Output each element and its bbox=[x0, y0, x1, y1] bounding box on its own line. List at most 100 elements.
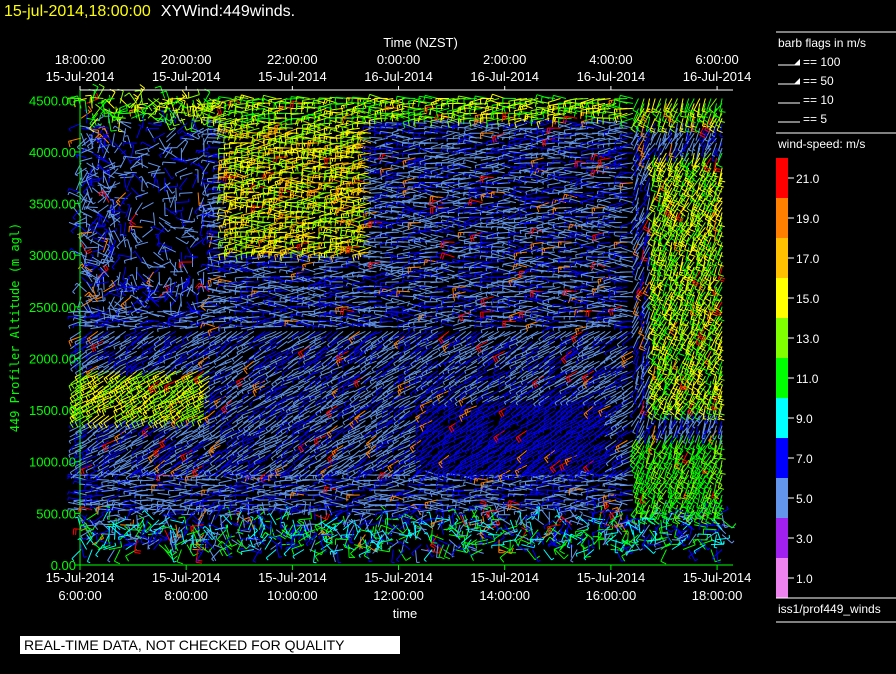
wind-barb bbox=[79, 157, 93, 165]
wind-barb bbox=[214, 335, 227, 346]
wind-barb bbox=[430, 291, 444, 293]
wind-barb bbox=[274, 266, 288, 269]
wind-barb bbox=[132, 250, 143, 263]
wind-barb bbox=[163, 435, 177, 445]
wind-barb bbox=[285, 405, 299, 414]
wind-barb bbox=[164, 167, 175, 180]
wind-barb bbox=[391, 477, 405, 481]
wind-barb bbox=[403, 410, 416, 420]
wind-barb bbox=[125, 177, 132, 192]
wind-barb bbox=[97, 83, 105, 99]
wind-barb bbox=[237, 435, 249, 447]
wind-barb bbox=[107, 549, 115, 563]
wind-barb bbox=[380, 216, 394, 218]
wind-barb bbox=[419, 285, 433, 288]
wind-barb bbox=[153, 165, 160, 179]
wind-barb bbox=[296, 271, 310, 276]
wind-barb bbox=[207, 258, 221, 263]
wind-barb bbox=[111, 133, 116, 147]
wind-barb bbox=[89, 494, 104, 500]
wind-barb bbox=[418, 142, 433, 147]
wind-barb bbox=[397, 395, 411, 402]
wind-barb bbox=[140, 321, 154, 327]
wind-barb bbox=[375, 464, 388, 472]
wind-barb bbox=[340, 316, 355, 321]
wind-barb bbox=[350, 529, 355, 544]
wind-barb bbox=[351, 165, 366, 172]
wind-barb bbox=[407, 271, 422, 276]
wind-barb bbox=[96, 340, 110, 350]
wind-barb bbox=[241, 481, 255, 486]
wind-barb bbox=[174, 199, 177, 213]
wind-barb bbox=[128, 225, 143, 233]
wind-barb bbox=[180, 212, 186, 226]
wind-barb bbox=[208, 251, 213, 265]
wind-barb bbox=[351, 489, 366, 494]
wind-barb bbox=[90, 240, 104, 248]
wind-barb bbox=[226, 375, 238, 387]
wind-barb bbox=[192, 174, 199, 188]
wind-barb bbox=[178, 177, 188, 191]
wind-barb bbox=[334, 277, 349, 283]
wind-barb bbox=[114, 330, 126, 340]
wind-barb bbox=[106, 326, 121, 331]
wind-barb bbox=[192, 278, 194, 292]
wind-barb bbox=[357, 288, 372, 293]
wind-barb bbox=[377, 390, 388, 400]
wind-barb bbox=[430, 281, 444, 284]
wind-barb bbox=[153, 281, 160, 296]
wind-barb bbox=[403, 395, 416, 402]
wind-barb bbox=[170, 207, 184, 213]
wind-barb bbox=[391, 549, 395, 564]
wind-barb bbox=[199, 222, 205, 237]
wind-barb bbox=[280, 283, 294, 288]
wind-barb bbox=[363, 231, 377, 237]
wind-barb bbox=[175, 187, 177, 201]
wind-barb bbox=[162, 161, 176, 166]
wind-barb bbox=[176, 549, 183, 565]
wind-barb bbox=[353, 526, 362, 540]
wind-barb bbox=[408, 370, 422, 379]
wind-barb bbox=[354, 420, 366, 431]
wind-barb bbox=[209, 400, 221, 409]
wind-barb bbox=[102, 276, 105, 290]
wind-barb bbox=[214, 506, 222, 521]
wind-barb bbox=[68, 122, 82, 132]
wind-barb bbox=[179, 350, 193, 359]
wind-barb bbox=[74, 449, 87, 459]
wind-barb bbox=[224, 476, 238, 481]
wind-barb bbox=[309, 539, 316, 552]
wind-barb bbox=[393, 335, 405, 350]
wind-barb bbox=[426, 350, 439, 362]
wind-barb bbox=[147, 162, 161, 168]
wind-barb bbox=[302, 489, 316, 492]
wind-barb bbox=[115, 345, 127, 355]
wind-barb bbox=[175, 236, 189, 245]
wind-barb bbox=[128, 212, 138, 227]
wind-barb bbox=[426, 511, 433, 525]
wind-barb bbox=[164, 247, 168, 260]
wind-barb bbox=[207, 271, 221, 275]
wind-barb bbox=[97, 244, 100, 258]
wind-barb bbox=[315, 464, 327, 476]
wind-barb bbox=[90, 307, 104, 313]
wind-barb bbox=[80, 276, 94, 286]
wind-barb bbox=[291, 345, 305, 354]
wind-barb bbox=[140, 479, 154, 484]
wind-barb bbox=[385, 531, 389, 545]
wind-barb bbox=[401, 311, 416, 318]
wind-barb bbox=[304, 435, 316, 447]
wind-barb bbox=[309, 501, 311, 515]
wind-barb bbox=[413, 152, 427, 155]
wind-barb bbox=[191, 345, 204, 354]
wind-barb bbox=[402, 499, 416, 503]
wind-barb bbox=[190, 162, 204, 169]
wind-barb bbox=[310, 464, 322, 474]
wind-barb bbox=[123, 321, 137, 325]
wind-barb bbox=[83, 213, 88, 228]
wind-barb bbox=[402, 147, 416, 153]
wind-barb bbox=[103, 175, 110, 188]
wind-barb bbox=[74, 223, 87, 233]
wind-barb bbox=[369, 192, 383, 194]
wind-barb bbox=[169, 301, 172, 315]
